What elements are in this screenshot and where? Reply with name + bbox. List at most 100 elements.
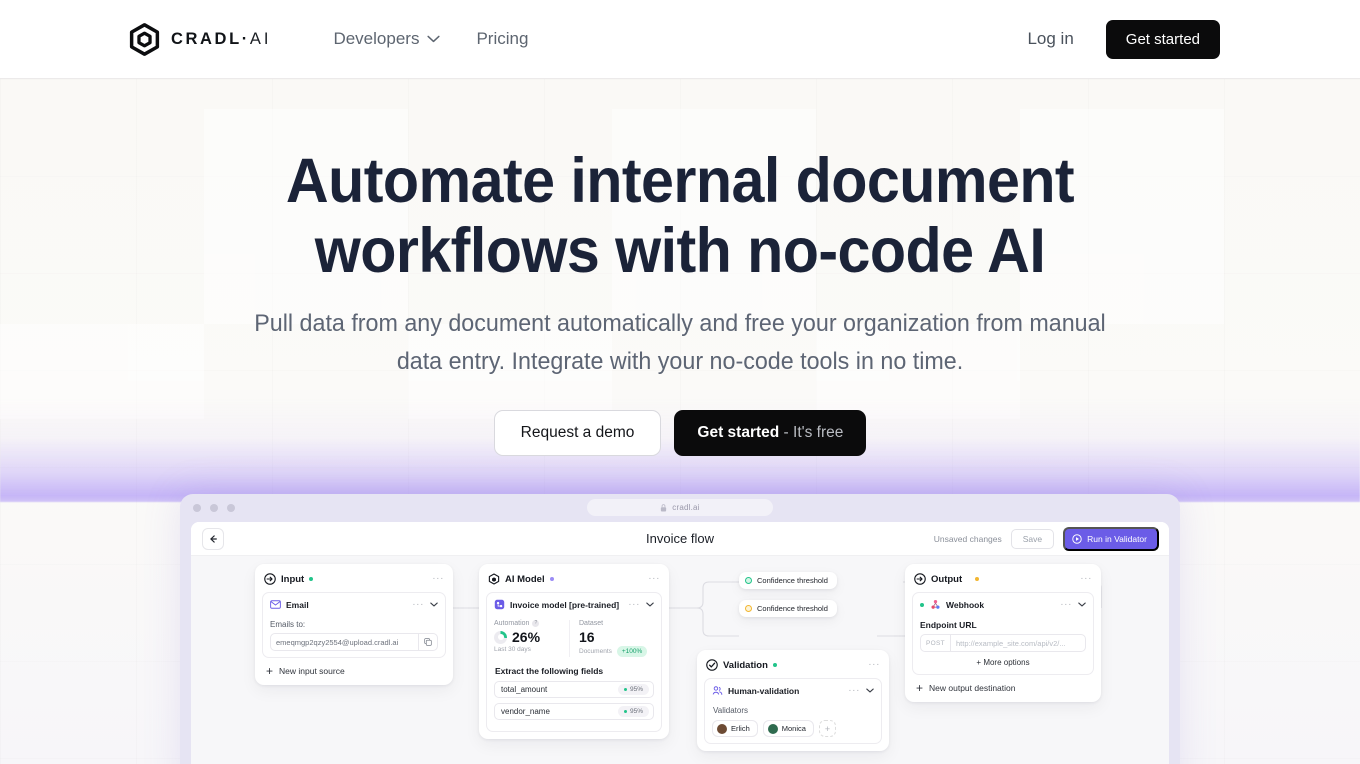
human-validation-menu[interactable]: ··· (848, 685, 860, 695)
confidence-threshold-pill-yellow[interactable]: Confidence threshold (739, 600, 837, 617)
extract-field-confidence-badge: 95% (617, 684, 649, 695)
invoice-model-menu[interactable]: ··· (628, 599, 640, 609)
stat-dataset-label-row: Dataset (579, 620, 654, 627)
node-validation[interactable]: Validation ··· Human-validation ··· Vali… (697, 650, 889, 751)
traffic-light-minimize[interactable] (210, 504, 218, 512)
nav-item-developers[interactable]: Developers (333, 29, 441, 49)
browser-url-bar[interactable]: cradl.ai (587, 499, 773, 516)
chevron-down-icon[interactable] (1078, 602, 1086, 607)
unsaved-changes-label: Unsaved changes (933, 534, 1002, 544)
http-method-label: POST (921, 635, 951, 651)
webhook-actions: ··· (1060, 599, 1086, 609)
validator-chip[interactable]: Monica (762, 720, 814, 737)
extract-field-row[interactable]: vendor_name 95% (494, 703, 654, 720)
stat-dataset-sub-row: Documents +100% (579, 646, 654, 657)
plus-icon: + (916, 681, 924, 695)
input-email-menu[interactable]: ··· (412, 599, 424, 609)
brand-logo[interactable]: CRADL·AI (128, 22, 272, 56)
save-button[interactable]: Save (1010, 529, 1055, 549)
webhook-card: Webhook ··· Endpoint URL POST http://exa… (912, 592, 1094, 675)
more-options-button[interactable]: + More options (920, 652, 1086, 668)
node-ai-model[interactable]: AI Model ··· Invoice model [pre-trained]… (479, 564, 669, 739)
extract-field-row[interactable]: total_amount 95% (494, 681, 654, 698)
human-validation-actions: ··· (848, 685, 874, 695)
hero-subtitle: Pull data from any document automaticall… (20, 305, 1339, 381)
subtitle-line-2: data entry. Integrate with your no-code … (396, 348, 964, 375)
add-validator-button[interactable]: + (818, 720, 836, 737)
login-link[interactable]: Log in (1027, 29, 1073, 49)
headline-line-2: workflows with no-code AI (314, 216, 1046, 286)
brand-suffix: AI (249, 29, 272, 48)
human-validation-header: Human-validation ··· (712, 685, 874, 702)
node-output[interactable]: Output ··· Webhook ··· Endpoint URL POST… (905, 564, 1101, 702)
extract-fields-title: Extract the following fields (495, 666, 604, 676)
endpoint-url-placeholder: http://example_site.com/api/v2/... (956, 638, 1066, 648)
nav-actions: Log in Get started (1027, 19, 1220, 59)
traffic-lights (193, 504, 235, 512)
threshold-status-dot (745, 577, 752, 584)
model-stats: Automation ? 26% Last 30 days Dataset 16… (494, 616, 654, 659)
extract-field-confidence: 95% (629, 708, 643, 715)
automation-donut-chart (494, 630, 507, 644)
browser-chrome: cradl.ai (180, 494, 1180, 522)
traffic-light-close[interactable] (193, 504, 201, 512)
plus-icon: + (266, 664, 274, 678)
email-address-value: emeqmgp2qzy2554@upload.cradl.ai (276, 637, 399, 647)
chevron-down-icon (427, 35, 441, 43)
chevron-down-icon[interactable] (866, 688, 874, 693)
get-started-button[interactable]: Get started (1105, 19, 1220, 59)
dataset-growth-value: 100% (625, 648, 643, 655)
node-ai-model-status-dot (549, 577, 554, 581)
node-output-status-dot (975, 577, 980, 581)
new-output-destination-label: New output destination (929, 683, 1016, 693)
email-address-field[interactable]: emeqmgp2qzy2554@upload.cradl.ai (270, 633, 438, 651)
node-input-status-dot (309, 577, 314, 581)
node-output-title: Output (931, 573, 963, 585)
node-ai-model-title: AI Model (505, 573, 545, 585)
invoice-model-actions: ··· (628, 599, 654, 609)
validators-row: Erlich Monica + (712, 720, 874, 737)
back-button[interactable] (202, 528, 224, 550)
flow-canvas[interactable]: Input ··· Email ··· Emails to: emeqmgp2q… (191, 556, 1169, 764)
new-output-destination-button[interactable]: + New output destination (912, 675, 1094, 695)
input-email-actions: ··· (412, 599, 438, 609)
chevron-down-icon[interactable] (430, 602, 438, 607)
avatar (717, 723, 727, 734)
nav-item-developers-label: Developers (333, 29, 420, 48)
traffic-light-maximize[interactable] (227, 504, 235, 512)
new-input-source-button[interactable]: + New input source (262, 658, 446, 678)
extract-field-confidence-badge: 95% (617, 706, 649, 717)
copy-button[interactable] (418, 634, 437, 650)
validator-chip[interactable]: Erlich (712, 720, 758, 737)
confidence-threshold-pill-green[interactable]: Confidence threshold (739, 572, 837, 589)
output-arrow-icon (914, 573, 926, 585)
arrow-left-icon (210, 535, 217, 543)
nav-item-pricing[interactable]: Pricing (476, 29, 528, 49)
chevron-down-icon[interactable] (646, 602, 654, 607)
extract-field-name: total_amount (501, 685, 548, 694)
get-started-free-button[interactable]: Get started - It's free (674, 410, 867, 456)
stat-dataset-value: 16 (579, 629, 595, 645)
emails-to-label: Emails to: (270, 620, 306, 629)
url-text: cradl.ai (672, 503, 700, 512)
request-demo-button[interactable]: Request a demo (493, 410, 662, 456)
help-icon[interactable]: ? (532, 620, 540, 627)
flow-title: Invoice flow (646, 531, 714, 546)
node-ai-model-menu[interactable]: ··· (648, 574, 660, 584)
input-email-header: Email ··· (270, 599, 438, 616)
browser-mockup: cradl.ai Invoice flow Unsaved changes Sa… (180, 494, 1180, 764)
node-input-menu[interactable]: ··· (432, 574, 444, 584)
stat-automation-label-row: Automation ? (494, 620, 569, 627)
stat-dataset-label: Dataset (579, 620, 604, 627)
hexagon-logo-icon (129, 22, 160, 56)
dataset-growth-badge: +100% (616, 646, 648, 657)
webhook-menu[interactable]: ··· (1060, 599, 1072, 609)
node-ai-model-header: AI Model ··· (486, 571, 662, 592)
run-in-validator-button[interactable]: Run in Validator (1063, 527, 1159, 551)
node-validation-menu[interactable]: ··· (868, 660, 880, 670)
endpoint-url-field[interactable]: POST http://example_site.com/api/v2/... (920, 634, 1086, 652)
webhook-icon (931, 600, 940, 609)
node-input[interactable]: Input ··· Email ··· Emails to: emeqmgp2q… (255, 564, 453, 685)
node-output-menu[interactable]: ··· (1080, 574, 1092, 584)
confidence-dot-icon (623, 688, 627, 691)
